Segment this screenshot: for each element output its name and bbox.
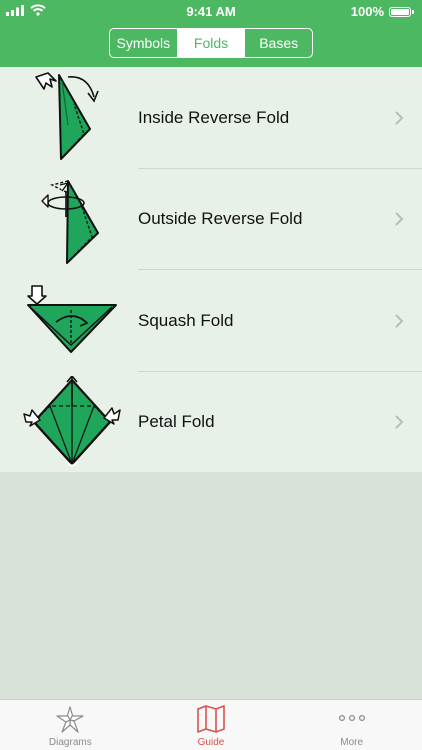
inside-reverse-fold-diagram xyxy=(35,72,99,160)
segmented-control: Symbols Folds Bases xyxy=(109,28,313,58)
tab-label: Guide xyxy=(197,737,225,748)
status-bar: 9:41 AM 100% xyxy=(0,0,422,22)
chevron-right-icon xyxy=(395,314,404,328)
tab-guide[interactable]: Guide xyxy=(141,700,282,750)
chevron-right-icon xyxy=(395,415,404,429)
battery-icon xyxy=(389,6,411,17)
list-item-outside-reverse-fold[interactable]: Outside Reverse Fold xyxy=(0,169,422,270)
tab-more[interactable]: More xyxy=(281,700,422,750)
list-item-inside-reverse-fold[interactable]: Inside Reverse Fold xyxy=(0,67,422,169)
status-right: 100% xyxy=(351,4,414,19)
map-icon xyxy=(197,705,225,733)
fold-label: Petal Fold xyxy=(138,412,215,432)
segment-bases[interactable]: Bases xyxy=(244,29,312,57)
list-item-squash-fold[interactable]: Squash Fold xyxy=(0,270,422,372)
folds-list: Inside Reverse Fold Outside Reverse Fold xyxy=(0,67,422,472)
segment-folds[interactable]: Folds xyxy=(176,29,245,57)
fold-label: Squash Fold xyxy=(138,310,234,330)
chevron-right-icon xyxy=(395,111,404,125)
fold-label: Outside Reverse Fold xyxy=(138,209,303,229)
more-dots-icon xyxy=(338,714,365,722)
petal-fold-diagram xyxy=(23,375,121,467)
fold-label: Inside Reverse Fold xyxy=(138,107,290,127)
battery-percent: 100% xyxy=(350,4,384,19)
origami-star-icon xyxy=(56,706,84,733)
header: 9:41 AM 100% Symbols Folds Bases xyxy=(0,0,422,67)
squash-fold-diagram xyxy=(27,285,117,353)
list-item-petal-fold[interactable]: Petal Fold xyxy=(0,372,422,474)
segment-symbols[interactable]: Symbols xyxy=(110,29,177,57)
tab-label: Diagrams xyxy=(48,737,92,748)
tab-label: More xyxy=(340,737,364,748)
screen: 9:41 AM 100% Symbols Folds Bases Inside … xyxy=(0,0,422,750)
chevron-right-icon xyxy=(395,212,404,226)
tab-diagrams[interactable]: Diagrams xyxy=(0,700,141,750)
tab-bar: Diagrams Guide More xyxy=(0,699,422,750)
outside-reverse-fold-diagram xyxy=(41,179,99,264)
battery-tip xyxy=(412,9,414,14)
